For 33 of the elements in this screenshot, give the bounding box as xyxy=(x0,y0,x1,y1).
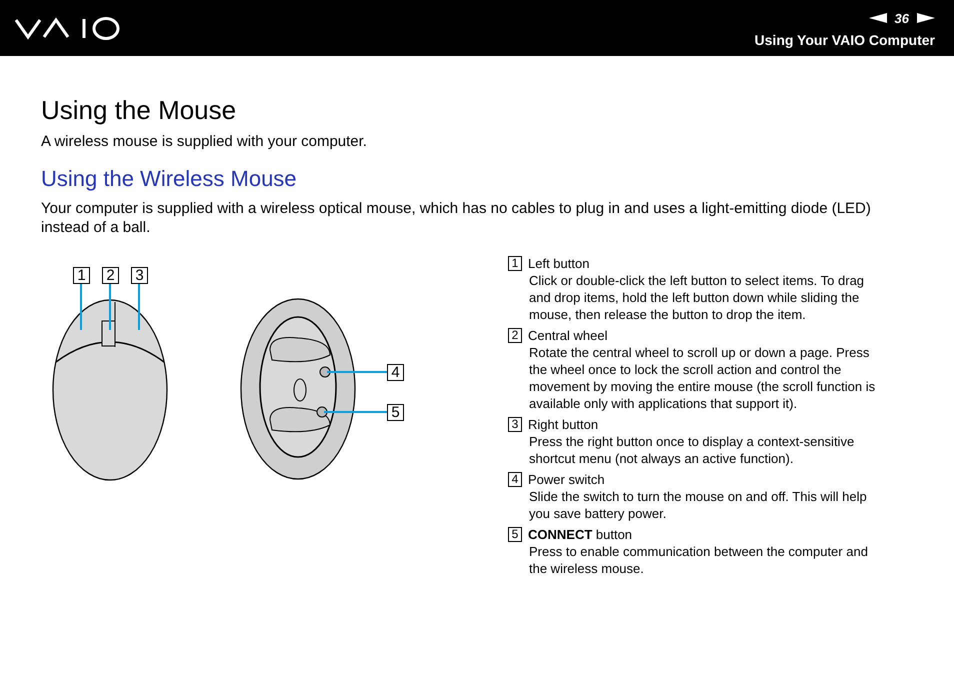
page-number: 36 xyxy=(894,10,909,26)
next-page-arrow-icon[interactable] xyxy=(917,13,935,23)
callout-number: 5 xyxy=(387,404,404,421)
callout-number: 1 xyxy=(73,267,90,284)
intro-text: A wireless mouse is supplied with your computer. xyxy=(41,132,368,151)
leader-line xyxy=(324,411,387,413)
leader-line xyxy=(80,284,82,330)
part-name: Left button xyxy=(528,255,590,272)
page-title: Using the Mouse xyxy=(41,94,238,126)
callout-number: 4 xyxy=(387,364,404,381)
part-name: Power switch xyxy=(528,471,605,488)
leader-line xyxy=(109,284,111,330)
part-name: Central wheel xyxy=(528,327,608,344)
section-title: Using Your VAIO Computer xyxy=(754,32,935,48)
part-number: 1 xyxy=(508,256,522,271)
leader-line xyxy=(327,371,387,373)
callout-number: 2 xyxy=(102,267,119,284)
part-description: Rotate the central wheel to scroll up or down a page. Press the wheel once to lock the scroll action and control the movement by moving the entire mouse (the scroll function is available only with applications that support it). xyxy=(528,344,876,412)
part-number: 2 xyxy=(508,328,522,343)
leader-line xyxy=(138,284,140,330)
part-number: 3 xyxy=(508,417,522,432)
part-description: Slide the switch to turn the mouse on and off. This will help you save battery power. xyxy=(528,488,868,522)
section-heading: Using the Wireless Mouse xyxy=(41,165,298,193)
body-paragraph: Your computer is supplied with a wireless optical mouse, which has no cables to plug in and uses a light-emitting diode (LED) instead of a ball. xyxy=(41,199,872,237)
part-name: Right button xyxy=(528,416,598,433)
part-number: 4 xyxy=(508,472,522,487)
part-number: 5 xyxy=(508,527,522,542)
part-name: CONNECT button xyxy=(528,526,632,543)
previous-page-arrow-icon[interactable] xyxy=(868,13,887,23)
part-description: Press the right button once to display a context-sensitive shortcut menu (not always an active function). xyxy=(528,433,856,467)
part-description: Click or double-click the left button to select items. To drag and drop items, hold the left button down while sliding the mouse, then release the button to drop the item. xyxy=(528,272,866,323)
callout-number: 3 xyxy=(131,267,148,284)
part-description: Press to enable communication between the computer and the wireless mouse. xyxy=(528,543,869,577)
